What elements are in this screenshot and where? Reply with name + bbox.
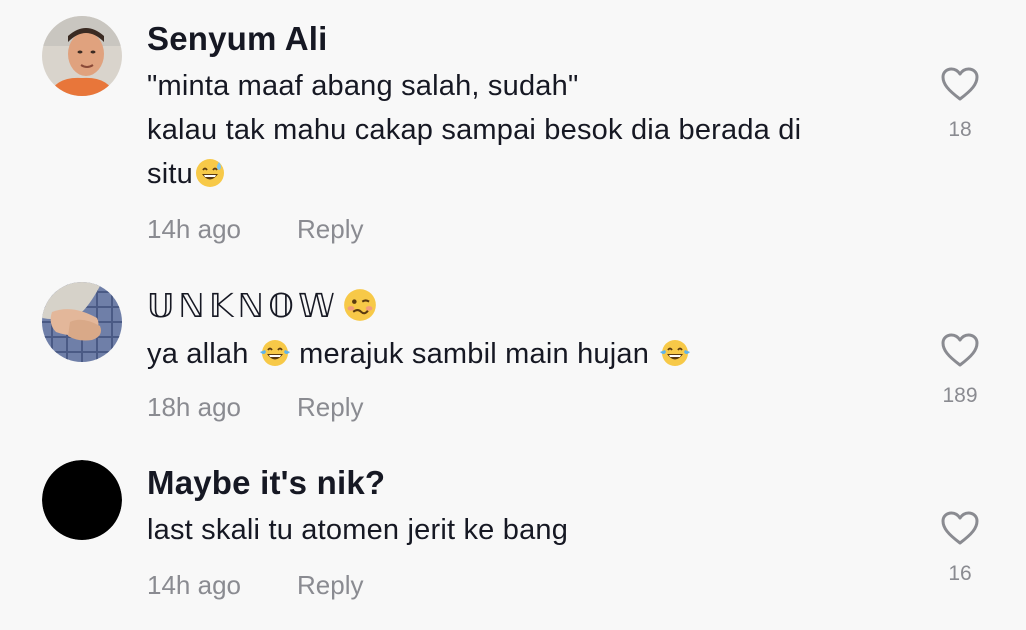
comment-item: Senyum Ali "minta maaf abang salah, suda… [0, 0, 1026, 260]
photo-avatar-man-icon [42, 16, 122, 96]
comment-text-segment: situ [147, 158, 193, 190]
reply-button[interactable]: Reply [297, 570, 363, 601]
comment-text-segment: kalau tak mahu cakap sampai besok dia be… [147, 114, 802, 146]
comment-text-line: ya allah merajuk sambil main hujan [147, 338, 691, 371]
comment-username[interactable]: 𝕌ℕ𝕂ℕ𝕆𝕎 [147, 286, 377, 325]
like-button[interactable] [940, 510, 980, 546]
heart-icon [941, 333, 979, 367]
comment-text-line: last skali tu atomen jerit ke bang [147, 514, 569, 546]
like-button[interactable] [940, 332, 980, 368]
username-text: 𝕌ℕ𝕂ℕ𝕆𝕎 [147, 286, 339, 325]
reply-button[interactable]: Reply [297, 392, 363, 423]
tears-of-joy-emoji-icon [659, 338, 691, 368]
comment-timestamp: 18h ago [147, 392, 241, 422]
grinning-sweat-emoji-icon [195, 158, 225, 188]
like-button[interactable] [940, 66, 980, 102]
comment-text-line: "minta maaf abang salah, sudah" [147, 70, 579, 102]
comment-text-line: kalau tak mahu cakap sampai besok dia be… [147, 114, 801, 147]
comment-item: Maybe it's nik? last skali tu atomen jer… [0, 450, 1026, 630]
woozy-face-emoji-icon [343, 288, 377, 322]
user-avatar[interactable] [42, 282, 122, 362]
comment-item: 𝕌ℕ𝕂ℕ𝕆𝕎 ya allah merajuk sambil main huja… [0, 270, 1026, 440]
user-avatar[interactable] [42, 16, 122, 96]
heart-icon [941, 511, 979, 545]
black-avatar-icon [42, 460, 122, 540]
like-count: 18 [948, 118, 972, 141]
comment-text-segment: ya allah [147, 338, 249, 370]
comment-text-segment: merajuk sambil main hujan [299, 338, 650, 370]
comment-username[interactable]: Senyum Ali [147, 20, 328, 58]
heart-icon [941, 67, 979, 101]
reply-button[interactable]: Reply [297, 214, 363, 245]
comment-timestamp: 14h ago [147, 214, 241, 244]
comment-text-line: situ [147, 158, 225, 191]
tears-of-joy-emoji-icon [259, 338, 291, 368]
user-avatar[interactable] [42, 460, 122, 540]
like-count: 16 [948, 562, 972, 585]
like-count: 189 [942, 384, 978, 407]
comment-username[interactable]: Maybe it's nik? [147, 464, 385, 502]
comment-timestamp: 14h ago [147, 570, 241, 600]
photo-avatar-hands-icon [42, 282, 122, 362]
